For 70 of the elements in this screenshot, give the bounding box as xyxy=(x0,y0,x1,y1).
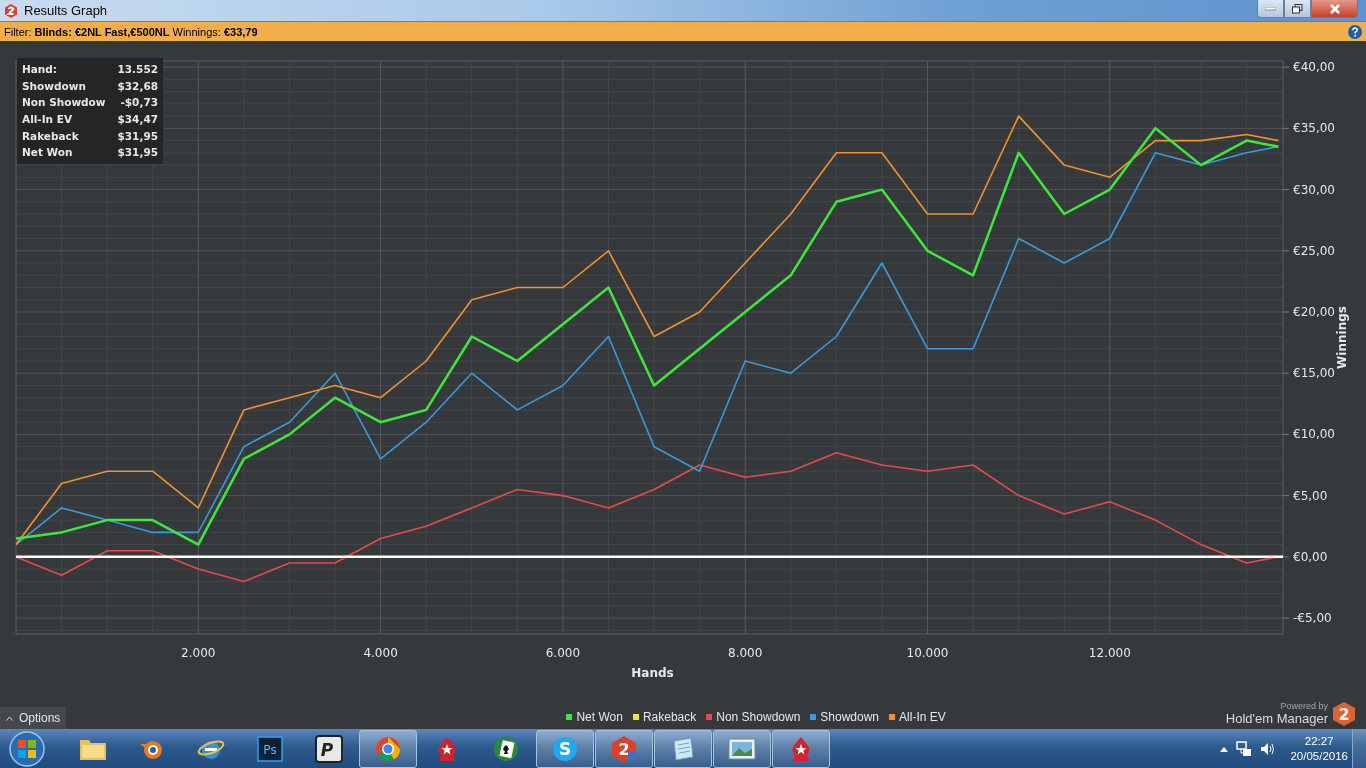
y-tick-label: €35,00 xyxy=(1293,121,1335,136)
legend-label: Non Showdown xyxy=(716,710,801,724)
legend-label: Rakeback xyxy=(642,710,697,724)
x-tick-label: 10.000 xyxy=(906,646,949,660)
tooltip-value: 13.552 xyxy=(117,63,158,76)
y-tick-label: €25,00 xyxy=(1293,243,1335,258)
photo-icon xyxy=(727,736,757,762)
y-tick-label: €5,00 xyxy=(1293,488,1328,503)
restore-icon xyxy=(1292,3,1303,14)
app-tile-icon: P xyxy=(315,735,343,763)
speaker-icon[interactable] xyxy=(1260,741,1277,757)
legend-label: All-In EV xyxy=(899,710,946,724)
tray-expand-icon[interactable] xyxy=(1220,746,1229,752)
x-tick-label: 8.000 xyxy=(728,646,763,660)
taskbar-button[interactable]: Ps xyxy=(241,730,299,768)
tooltip-value: $31,95 xyxy=(117,129,158,142)
y-tick-label: €15,00 xyxy=(1293,366,1335,381)
clock-date[interactable]: 20/05/2016 xyxy=(1290,749,1348,764)
product-logo: 2 xyxy=(1332,701,1356,726)
x-tick-label: 12.000 xyxy=(1088,646,1131,660)
tooltip-label: Non Showdow xyxy=(22,96,106,109)
windows-logo-icon xyxy=(7,729,47,768)
x-tick-label: 6.000 xyxy=(545,646,581,660)
tooltip-label: Rakeback xyxy=(22,129,79,142)
window-title: Results Graph xyxy=(24,3,108,18)
taskbar-button[interactable] xyxy=(359,730,417,768)
clock-time[interactable]: 22:27 xyxy=(1304,734,1334,749)
y-tick-label: €40,00 xyxy=(1293,60,1335,75)
tooltip-value: $34,47 xyxy=(117,113,158,126)
tooltip-value: $31,95 xyxy=(117,146,158,159)
help-icon[interactable] xyxy=(1348,24,1362,39)
y-tick-label: €10,00 xyxy=(1293,427,1335,442)
tooltip-value: $32,68 xyxy=(117,79,158,92)
taskbar-button[interactable]: P xyxy=(300,730,358,768)
product-name: Hold'em Manager xyxy=(1225,711,1328,726)
restore-button[interactable] xyxy=(1284,0,1311,18)
y-tick-label: €30,00 xyxy=(1293,182,1335,197)
tooltip-label: Showdown xyxy=(22,79,86,92)
show-desktop-button[interactable] xyxy=(1352,729,1366,768)
skype-icon: S xyxy=(551,735,579,763)
caret-icon xyxy=(6,715,13,721)
taskbar-button[interactable]: 2 xyxy=(595,730,653,768)
legend-label: Showdown xyxy=(820,710,880,724)
close-icon xyxy=(1328,3,1341,14)
cards-icon xyxy=(492,735,520,763)
app-logo-icon xyxy=(4,3,18,18)
filter-text: Filter: Blinds: €2NL Fast,€500NL Winnings: €33,79 xyxy=(4,25,258,38)
network-icon[interactable] xyxy=(1236,741,1253,757)
app-logo-icon: 2 xyxy=(610,735,638,763)
y-axis-title: Winnings xyxy=(1335,306,1349,369)
minimize-icon xyxy=(1265,6,1276,11)
powered-by-text: Powered by xyxy=(1280,701,1328,711)
x-tick-label: 4.000 xyxy=(363,646,398,660)
chrome-icon xyxy=(374,735,402,763)
y-tick-label: -€5,00 xyxy=(1293,611,1332,626)
legend-label: Net Won xyxy=(576,710,623,724)
y-tick-label: €0,00 xyxy=(1293,549,1328,564)
taskbar-button[interactable] xyxy=(713,730,771,768)
tooltip-label: Net Won xyxy=(22,146,73,159)
tooltip-label: All-In EV xyxy=(22,113,73,126)
app-tile-icon: Ps xyxy=(257,736,283,762)
taskbar-button[interactable] xyxy=(654,730,712,768)
tooltip-value: -$0,73 xyxy=(120,96,158,109)
taskbar-button[interactable] xyxy=(772,730,830,768)
x-axis-title: Hands xyxy=(631,666,674,680)
options-button[interactable]: Options xyxy=(0,707,67,729)
close-button[interactable] xyxy=(1311,0,1358,18)
y-tick-label: €20,00 xyxy=(1293,305,1335,319)
tooltip-label: Hand: xyxy=(22,63,58,76)
x-tick-label: 2.000 xyxy=(181,646,216,660)
